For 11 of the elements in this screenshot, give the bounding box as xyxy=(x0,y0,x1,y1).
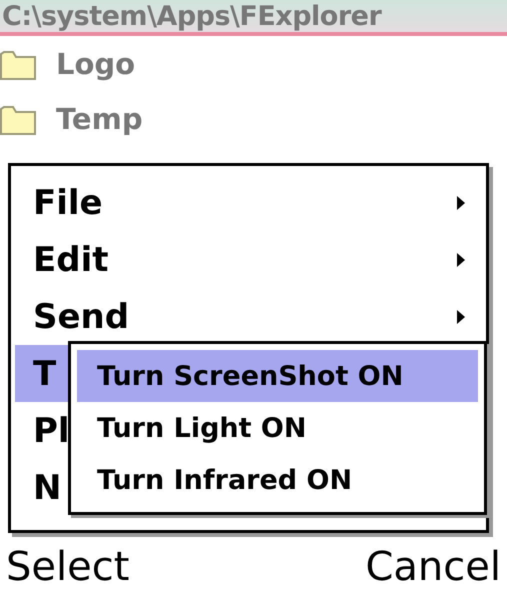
cancel-softkey[interactable]: Cancel xyxy=(365,544,501,590)
folder-name[interactable]: Logo xyxy=(56,46,136,80)
menu-item[interactable]: File xyxy=(11,174,484,231)
submenu-item[interactable]: Turn Light ON xyxy=(77,402,478,454)
submenu-item[interactable]: Turn ScreenShot ON xyxy=(77,350,478,402)
folder-name[interactable]: Temp xyxy=(56,102,143,136)
menu-item[interactable]: Send xyxy=(11,288,484,345)
menu-item[interactable]: Edit xyxy=(11,231,484,288)
folder-path: C:\system\Apps\FExplorer xyxy=(1,0,382,32)
submenu-item[interactable]: Turn Infrared ON xyxy=(77,454,478,506)
select-softkey[interactable]: Select xyxy=(6,544,130,590)
